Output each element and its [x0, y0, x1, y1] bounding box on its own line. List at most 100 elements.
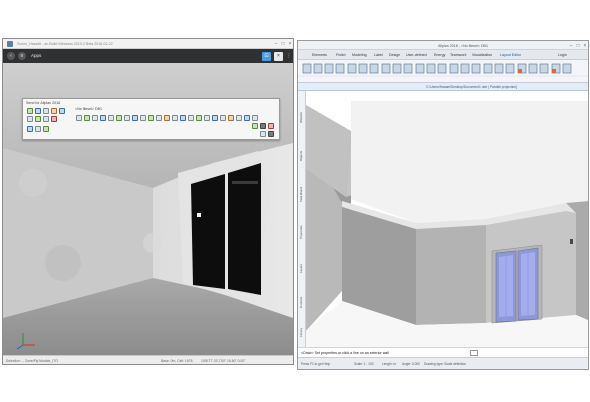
offset-icon[interactable]	[140, 115, 146, 121]
camera-icon[interactable]	[260, 123, 266, 129]
grid-icon[interactable]	[43, 108, 49, 114]
column-icon[interactable]	[220, 115, 226, 121]
stair-icon[interactable]	[236, 115, 242, 121]
dimension-icon[interactable]	[188, 115, 194, 121]
side-tab-layers[interactable]: Layers	[299, 253, 305, 283]
login-link[interactable]: Login	[558, 53, 567, 57]
status-coords: 10/8.TT 2S.TS0" 16.60" 0.00"	[201, 358, 246, 363]
export-icon[interactable]	[252, 123, 258, 129]
ribbon-toolbar	[298, 60, 588, 83]
send-panel-title: Send for Allplan 2018	[26, 101, 61, 105]
hatch-icon[interactable]	[172, 115, 178, 121]
window-icon[interactable]	[244, 115, 250, 121]
room-icon[interactable]	[196, 115, 202, 121]
side-tab-properties[interactable]: Properties	[299, 215, 305, 249]
side-palette-tabs: Wizards Objects Task Board Properties La…	[298, 91, 306, 347]
tab-layout-editor[interactable]: Layout Editor	[500, 53, 521, 57]
tab-finish[interactable]: Finish	[336, 53, 346, 57]
document-path: C:\Users\Hasael\Desktop\Document1 nde | …	[426, 85, 518, 89]
3d-model-view[interactable]	[306, 91, 589, 347]
left-window-title: Scene_Hasselt - an Build Windows 2019.2 …	[17, 42, 113, 46]
tab-user-defined[interactable]: User-defined	[406, 53, 427, 57]
side-tab-task-board[interactable]: Task Board	[299, 177, 305, 211]
stop-icon[interactable]	[268, 123, 274, 129]
back-arrow-icon[interactable]: ‹	[7, 52, 15, 60]
tab-label[interactable]: Label	[374, 53, 383, 57]
ribbon-icons[interactable]	[298, 60, 589, 83]
status-help: Press F1 to get Help	[301, 362, 331, 366]
opening-icon[interactable]	[252, 115, 258, 121]
slab-icon[interactable]	[204, 115, 210, 121]
pencil-icon[interactable]	[35, 126, 41, 132]
command-prompt: <Draw> Set properties or click a line on…	[298, 347, 588, 357]
panel-close-button[interactable]: ⊡	[262, 52, 271, 61]
select-icon[interactable]	[76, 115, 82, 121]
settings-icon[interactable]	[260, 131, 266, 137]
app-icon	[7, 41, 13, 47]
send-panel-document: <No filesel> DB1	[75, 107, 102, 111]
snap-icon[interactable]	[43, 116, 49, 122]
layer-icon[interactable]	[35, 108, 41, 114]
more-icon[interactable]: ⋮	[286, 53, 292, 59]
mirror-icon[interactable]	[108, 115, 114, 121]
copy-icon[interactable]	[100, 115, 106, 121]
minimize-icon[interactable]: –	[568, 43, 574, 49]
close-window-icon[interactable]: ×	[582, 43, 588, 49]
right-window: Allplan 2018 - <No filesel> DB1 – □ × El…	[297, 40, 589, 370]
apps-label[interactable]: Apps	[31, 53, 41, 58]
beam-icon[interactable]	[228, 115, 234, 121]
wand-icon[interactable]	[27, 126, 33, 132]
right-window-title: Allplan 2018 - <No filesel> DB1	[438, 43, 488, 48]
left-toolbar: ‹ ≡ Apps ⊡ × ⋮	[3, 49, 293, 63]
point-icon[interactable]	[27, 116, 33, 122]
ribbon-tabs: Elements Finish Modeling Label Design Us…	[298, 50, 588, 60]
extend-icon[interactable]	[132, 115, 138, 121]
trim-icon[interactable]	[124, 115, 130, 121]
tab-elements[interactable]: Elements	[312, 53, 327, 57]
tab-teamwork[interactable]: Teamwork	[450, 53, 466, 57]
prompt-input[interactable]	[470, 350, 478, 356]
fill-icon[interactable]	[164, 115, 170, 121]
delete-icon[interactable]	[51, 116, 57, 122]
panel-close-icon[interactable]: ×	[274, 52, 283, 61]
close-window-icon[interactable]: ×	[287, 41, 293, 47]
tab-visualization[interactable]: Visualization	[472, 53, 492, 57]
status-nav: Base: 0m, Cell: 1978	[161, 358, 193, 363]
side-tab-objects[interactable]: Objects	[299, 139, 305, 173]
check-icon[interactable]	[43, 126, 49, 132]
maximize-icon[interactable]: □	[280, 41, 286, 47]
status-length: Length: m	[382, 362, 397, 366]
info-icon[interactable]	[268, 131, 274, 137]
menu-icon[interactable]: ≡	[18, 52, 26, 60]
side-tab-connect[interactable]: Connect	[299, 287, 305, 317]
document-path-bar: C:\Users\Hasael\Desktop\Document1 nde | …	[298, 83, 588, 91]
status-zoom: Scale: 1 : 100	[354, 362, 374, 366]
left-titlebar: Scene_Hasselt - an Build Windows 2019.2 …	[3, 39, 293, 49]
stretch-icon[interactable]	[116, 115, 122, 121]
wall-icon[interactable]	[51, 108, 57, 114]
side-tab-wizards[interactable]: Wizards	[299, 101, 305, 135]
tab-energy[interactable]: Energy	[434, 53, 445, 57]
tab-modeling[interactable]: Modeling	[352, 53, 367, 57]
align-icon[interactable]	[148, 115, 154, 121]
right-statusbar: Press F1 to get Help Scale: 1 : 100 Leng…	[298, 357, 588, 369]
right-titlebar: Allplan 2018 - <No filesel> DB1 – □ ×	[298, 41, 588, 50]
text-icon[interactable]	[180, 115, 186, 121]
left-window: Scene_Hasselt - an Build Windows 2019.2 …	[2, 38, 294, 365]
side-tab-library[interactable]: Library	[299, 319, 305, 345]
left-statusbar: Selection: -- Zone/Fly Module_ITO Base: …	[3, 355, 293, 364]
measure-icon[interactable]	[35, 116, 41, 122]
status-selection: Selection: -- Zone/Fly Module_ITO	[6, 358, 58, 363]
rotate-icon[interactable]	[84, 115, 90, 121]
roof-icon[interactable]	[212, 115, 218, 121]
door-icon[interactable]	[59, 108, 65, 114]
tab-design[interactable]: Design	[389, 53, 400, 57]
prompt-text: <Draw> Set properties or click a line on…	[301, 351, 389, 355]
status-drawing-type: Drawing type: Scale definition	[424, 362, 466, 366]
send-icon[interactable]	[27, 108, 33, 114]
move-icon[interactable]	[92, 115, 98, 121]
maximize-icon[interactable]: □	[575, 43, 581, 49]
minimize-icon[interactable]: –	[273, 41, 279, 47]
array-icon[interactable]	[156, 115, 162, 121]
send-for-allplan-panel[interactable]: Send for Allplan 2018 <No filesel> DB1	[22, 98, 280, 140]
